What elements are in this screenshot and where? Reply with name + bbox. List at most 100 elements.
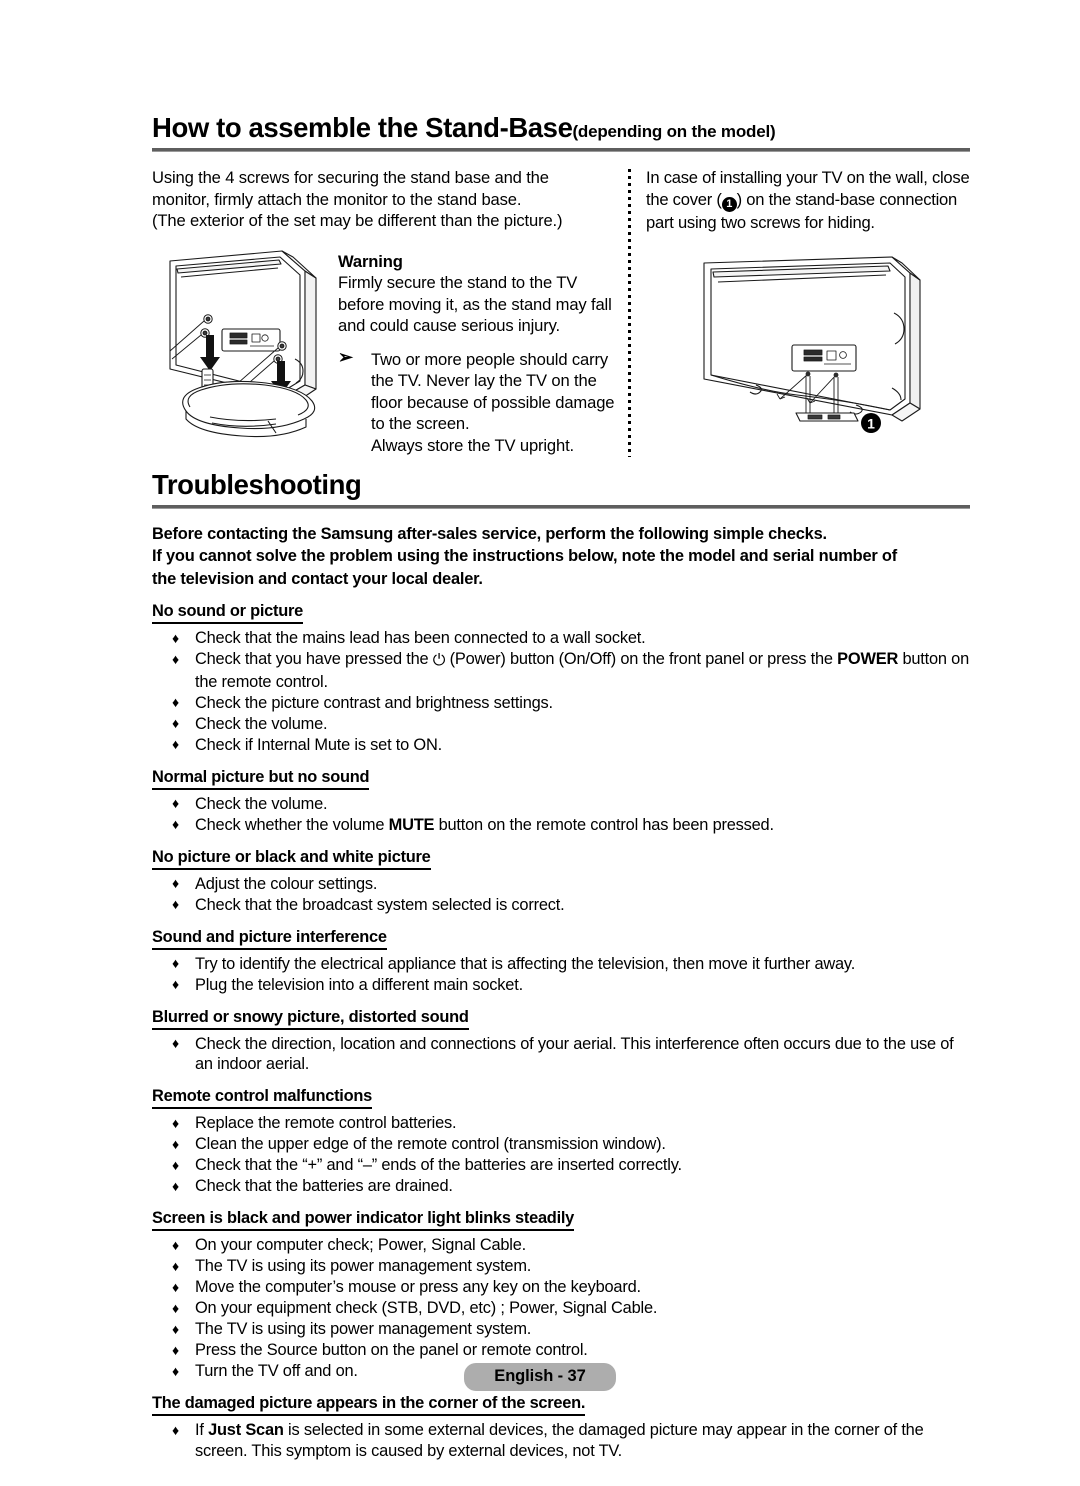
diamond-bullet-icon: ♦ bbox=[172, 1421, 179, 1438]
arrow-bullet-icon: ➢ bbox=[338, 346, 353, 367]
manual-page: How to assemble the Stand-Base(depending… bbox=[0, 0, 1080, 1486]
diamond-bullet-icon: ♦ bbox=[172, 795, 179, 812]
troubleshooting-bullet-text: Check the volume. bbox=[195, 794, 328, 813]
diamond-bullet-icon: ♦ bbox=[172, 1035, 179, 1052]
troubleshooting-section-title: No sound or picture bbox=[152, 602, 303, 625]
troubleshooting-bullet-item: ♦ Move the computer’s mouse or press any … bbox=[152, 1277, 970, 1298]
troubleshooting-bullet-item: ♦ Adjust the colour settings. bbox=[152, 874, 970, 895]
page-footer: English - 37 bbox=[0, 1363, 1080, 1391]
troubleshooting-bullet-item: ♦ Check that the mains lead has been conn… bbox=[152, 628, 970, 649]
troubleshooting-bullet-text: On your computer check; Power, Signal Ca… bbox=[195, 1236, 527, 1255]
troubleshooting-bullet-item: ♦ Check that the broadcast system selecte… bbox=[152, 895, 970, 916]
power-icon: ⏻ bbox=[432, 652, 446, 670]
page-content: How to assemble the Stand-Base(depending… bbox=[152, 0, 970, 1462]
troubleshooting-bullet-text: On your equipment check (STB, DVD, etc) … bbox=[195, 1299, 658, 1318]
callout-1-inline: 1 bbox=[721, 196, 737, 212]
warning-title: Warning bbox=[338, 251, 403, 271]
troubleshooting-bullet-text: Check that the mains lead has been conne… bbox=[195, 629, 646, 648]
troubleshooting-sections: No sound or picture ♦ Check that the mains… bbox=[152, 590, 970, 1461]
troubleshooting-bullet-text: Check the picture contrast and brightnes… bbox=[195, 693, 553, 712]
page-number-badge: English - 37 bbox=[464, 1363, 616, 1391]
warning-note: ➢ Two or more people should carry the TV… bbox=[338, 346, 620, 457]
troubleshooting-bullet-list: ♦ Check the direction, location and conne… bbox=[152, 1034, 970, 1075]
troubleshooting-bullet-item: ♦ Check the picture contrast and brightne… bbox=[152, 693, 970, 714]
diamond-bullet-icon: ♦ bbox=[172, 1257, 179, 1274]
emphasis-text: POWER bbox=[837, 650, 899, 669]
instruction-line-3: (The exterior of the set may be differen… bbox=[152, 211, 563, 230]
tv-stand-assembly-diagram bbox=[169, 249, 317, 437]
diamond-bullet-icon: ♦ bbox=[172, 1299, 179, 1316]
troubleshooting-section-title: No picture or black and white picture bbox=[152, 848, 431, 870]
troubleshooting-bullet-list: ♦ On your computer check; Power, Signal C… bbox=[152, 1235, 970, 1382]
troubleshooting-bullet-text: Check that the “+” and “–” ends of the b… bbox=[195, 1156, 682, 1175]
diamond-bullet-icon: ♦ bbox=[172, 1341, 179, 1358]
diamond-bullet-icon: ♦ bbox=[172, 629, 179, 646]
troubleshooting-bullet-item: ♦ Check that you have pressed the ⏻ (Powe… bbox=[152, 649, 970, 692]
troubleshooting-bullet-text: Replace the remote control batteries. bbox=[195, 1114, 457, 1133]
stand-base-right-column: In case of installing your TV on the wal… bbox=[646, 167, 970, 433]
troubleshooting-bullet-list: ♦ Check that the mains lead has been conn… bbox=[152, 628, 970, 755]
diamond-bullet-icon: ♦ bbox=[172, 694, 179, 711]
troubleshooting-section-title: Blurred or snowy picture, distorted soun… bbox=[152, 1008, 469, 1030]
troubleshooting-bullet-item: ♦ Plug the television into a different ma… bbox=[152, 975, 970, 996]
troubleshooting-bullet-text: Try to identify the electrical appliance… bbox=[195, 954, 856, 973]
diamond-bullet-icon: ♦ bbox=[172, 650, 179, 667]
diamond-bullet-icon: ♦ bbox=[172, 976, 179, 993]
troubleshooting-bullet-item: ♦ The TV is using its power management sy… bbox=[152, 1319, 970, 1340]
troubleshooting-bullet-list: ♦ Try to identify the electrical applianc… bbox=[152, 954, 970, 996]
stand-base-heading-rule bbox=[152, 148, 970, 152]
troubleshooting-bullet-item: ♦ Check that the batteries are drained. bbox=[152, 1176, 970, 1197]
diamond-bullet-icon: ♦ bbox=[172, 875, 179, 892]
tv-rear-cover-diagram: 1 bbox=[703, 256, 921, 433]
troubleshooting-bullet-item: ♦ If Just Scan is selected in some extern… bbox=[152, 1420, 970, 1461]
instruction-line-1: Using the 4 screws for securing the stan… bbox=[152, 168, 549, 187]
troubleshooting-bullet-item: ♦ Check if Internal Mute is set to ON. bbox=[152, 735, 970, 756]
troubleshooting-bullet-item: ♦ The TV is using its power management sy… bbox=[152, 1256, 970, 1277]
diamond-bullet-icon: ♦ bbox=[172, 1278, 179, 1295]
troubleshooting-bullet-text: Press the Source button on the panel or … bbox=[195, 1341, 588, 1360]
diamond-bullet-icon: ♦ bbox=[172, 1320, 179, 1337]
intro-line-2: If you cannot solve the problem using th… bbox=[152, 547, 897, 566]
troubleshooting-bullet-item: ♦ Check the volume. bbox=[152, 714, 970, 735]
troubleshooting-bullet-text: Check the direction, location and connec… bbox=[195, 1034, 954, 1074]
diamond-bullet-icon: ♦ bbox=[172, 955, 179, 972]
troubleshooting-bullet-item: ♦ Check whether the volume MUTE button on… bbox=[152, 815, 970, 836]
troubleshooting-bullet-item: ♦ Press the Source button on the panel or… bbox=[152, 1340, 970, 1361]
intro-line-3: the television and contact your local de… bbox=[152, 569, 483, 588]
emphasis-text: MUTE bbox=[388, 815, 435, 834]
intro-line-1: Before contacting the Samsung after-sale… bbox=[152, 525, 827, 543]
troubleshooting-bullet-text: Move the computer’s mouse or press any k… bbox=[195, 1278, 641, 1297]
troubleshooting-heading-rule bbox=[152, 505, 970, 509]
troubleshooting-bullet-text: Clean the upper edge of the remote contr… bbox=[195, 1135, 666, 1154]
troubleshooting-bullet-text: Check whether the volume MUTE button on … bbox=[195, 815, 774, 834]
stand-base-heading-main: How to assemble the Stand-Base bbox=[152, 112, 573, 143]
troubleshooting-bullet-list: ♦ Adjust the colour settings. ♦ Check that … bbox=[152, 874, 970, 916]
diamond-bullet-icon: ♦ bbox=[172, 715, 179, 732]
stand-base-columns: Using the 4 screws for securing the stan… bbox=[152, 167, 970, 457]
diamond-bullet-icon: ♦ bbox=[172, 1236, 179, 1253]
callout-1-diagram: 1 bbox=[861, 413, 881, 433]
troubleshooting-heading: Troubleshooting bbox=[152, 469, 970, 505]
stand-base-heading: How to assemble the Stand-Base(depending… bbox=[152, 112, 970, 148]
troubleshooting-bullet-text: The TV is using its power management sys… bbox=[195, 1257, 532, 1276]
column-dotted-divider bbox=[628, 169, 631, 457]
troubleshooting-bullet-list: ♦ Check the volume. ♦ Check whether the vol… bbox=[152, 794, 970, 836]
troubleshooting-bullet-list: ♦ Replace the remote control batteries. ♦ C… bbox=[152, 1113, 970, 1197]
instruction-line-2: monitor, firmly attach the monitor to th… bbox=[152, 189, 522, 209]
troubleshooting-bullet-text: Check that you have pressed the ⏻ (Power… bbox=[195, 650, 970, 691]
troubleshooting-bullet-item: ♦ Check the volume. bbox=[152, 794, 970, 815]
troubleshooting-bullet-text: Check the volume. bbox=[195, 714, 328, 733]
troubleshooting-bullet-item: ♦ Clean the upper edge of the remote cont… bbox=[152, 1134, 970, 1155]
troubleshooting-heading-text: Troubleshooting bbox=[152, 469, 362, 500]
svg-text:1: 1 bbox=[867, 416, 875, 432]
emphasis-text: Just Scan bbox=[208, 1421, 284, 1440]
troubleshooting-section-title: Normal picture but no sound bbox=[152, 768, 370, 790]
stand-base-heading-sub: (depending on the model) bbox=[572, 122, 776, 141]
troubleshooting-section-title: Screen is black and power indicator ligh… bbox=[152, 1209, 574, 1232]
diamond-bullet-icon: ♦ bbox=[172, 1156, 179, 1173]
troubleshooting-section-title: Remote control malfunctions bbox=[152, 1087, 372, 1110]
troubleshooting-section-title: Sound and picture interference bbox=[152, 928, 387, 950]
diamond-bullet-icon: ♦ bbox=[172, 1177, 179, 1194]
diamond-bullet-icon: ♦ bbox=[172, 736, 179, 753]
troubleshooting-bullet-item: ♦ On your equipment check (STB, DVD, etc)… bbox=[152, 1298, 970, 1319]
